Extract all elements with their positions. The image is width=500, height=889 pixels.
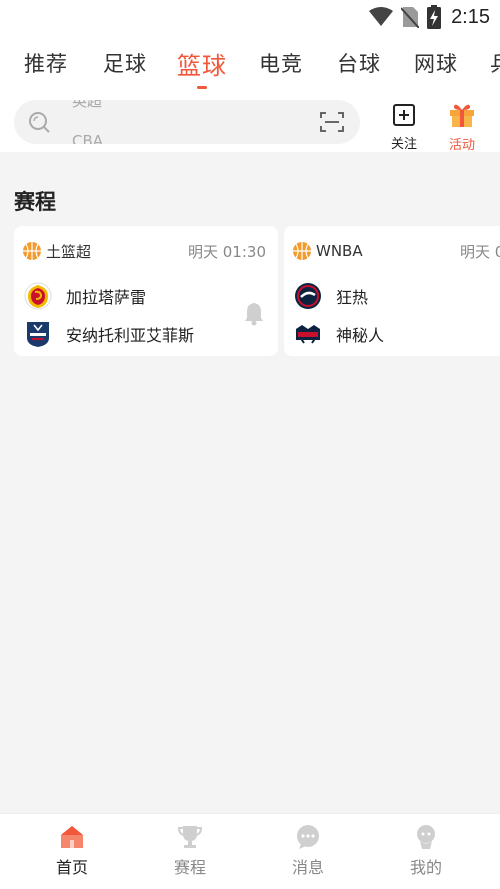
league-row: WNBA [292,240,363,262]
search-ticker-item: CBA [72,132,104,144]
scan-icon[interactable] [320,111,344,133]
add-follow-icon [393,104,415,126]
home-team: 狂热 [294,280,368,312]
tab-recommend[interactable]: 推荐 [24,48,68,78]
home-icon [61,826,83,848]
battery-charging-icon [427,5,442,29]
tab-table-tennis[interactable]: 乒 [490,48,500,78]
profile-icon [417,825,435,849]
trophy-icon [177,826,203,848]
away-team: 安纳托利亚艾菲斯 [24,318,194,350]
category-tabs: 推荐 足球 篮球 电竞 台球 网球 乒 [0,44,500,92]
search-placeholder-ticker: 英超 CBA [72,100,312,144]
away-team-name: 安纳托利亚艾菲斯 [66,326,195,345]
tab-tennis[interactable]: 网球 [414,48,458,78]
tab-esports[interactable]: 电竞 [259,48,303,78]
nav-messages[interactable]: 消息 [268,824,348,878]
basketball-icon [293,242,311,260]
wifi-icon [369,7,394,26]
nav-home[interactable]: 首页 [32,824,112,878]
tab-billiards[interactable]: 台球 [337,48,381,78]
league-name: 土篮超 [46,242,92,261]
mystics-logo-icon [296,325,320,344]
home-team-name: 加拉塔萨雷 [66,288,147,307]
match-card[interactable]: WNBA 明天 0 狂热 神秘人 [284,226,500,356]
galatasaray-logo-icon [24,282,52,310]
search-icon [29,112,50,133]
league-name: WNBA [316,242,363,260]
nav-schedule[interactable]: 赛程 [150,824,230,878]
nav-schedule-label: 赛程 [173,858,206,877]
away-team: 神秘人 [294,318,384,350]
match-card[interactable]: 土篮超 明天 01:30 加拉塔萨雷 安纳托利亚艾菲斯 [14,226,278,356]
bell-icon[interactable] [244,302,264,326]
nav-profile-label: 我的 [409,858,442,877]
activity-label: 活动 [448,138,475,153]
nav-messages-label: 消息 [291,858,324,877]
gift-icon [450,104,474,127]
tab-football[interactable]: 足球 [103,48,147,78]
fever-logo-icon [295,283,321,309]
nav-profile[interactable]: 我的 [386,824,466,878]
schedule-title: 赛程 [14,190,56,214]
tab-basketball[interactable]: 篮球 [177,46,227,81]
basketball-icon [23,242,41,260]
anadolu-efes-logo-icon [27,322,49,347]
bottom-nav: 首页 赛程 消息 我的 [0,813,500,889]
search-ticker-item: 英超 [72,100,103,110]
message-icon [297,825,319,849]
status-time: 2:15 [451,5,490,28]
match-time: 明天 0 [460,243,500,261]
status-bar: 2:15 [0,0,500,34]
follow-label: 关注 [390,137,417,152]
follow-button[interactable]: 关注 [385,100,423,152]
activity-button[interactable]: 活动 [442,100,482,153]
search-bar[interactable]: 英超 CBA [14,100,360,144]
away-team-name: 神秘人 [336,326,385,345]
match-time: 明天 01:30 [188,243,266,261]
league-row: 土篮超 [22,240,91,262]
active-tab-indicator [197,86,207,89]
no-sim-icon [401,7,420,28]
home-team-name: 狂热 [336,288,369,307]
nav-home-label: 首页 [55,858,88,877]
home-team: 加拉塔萨雷 [24,280,146,312]
